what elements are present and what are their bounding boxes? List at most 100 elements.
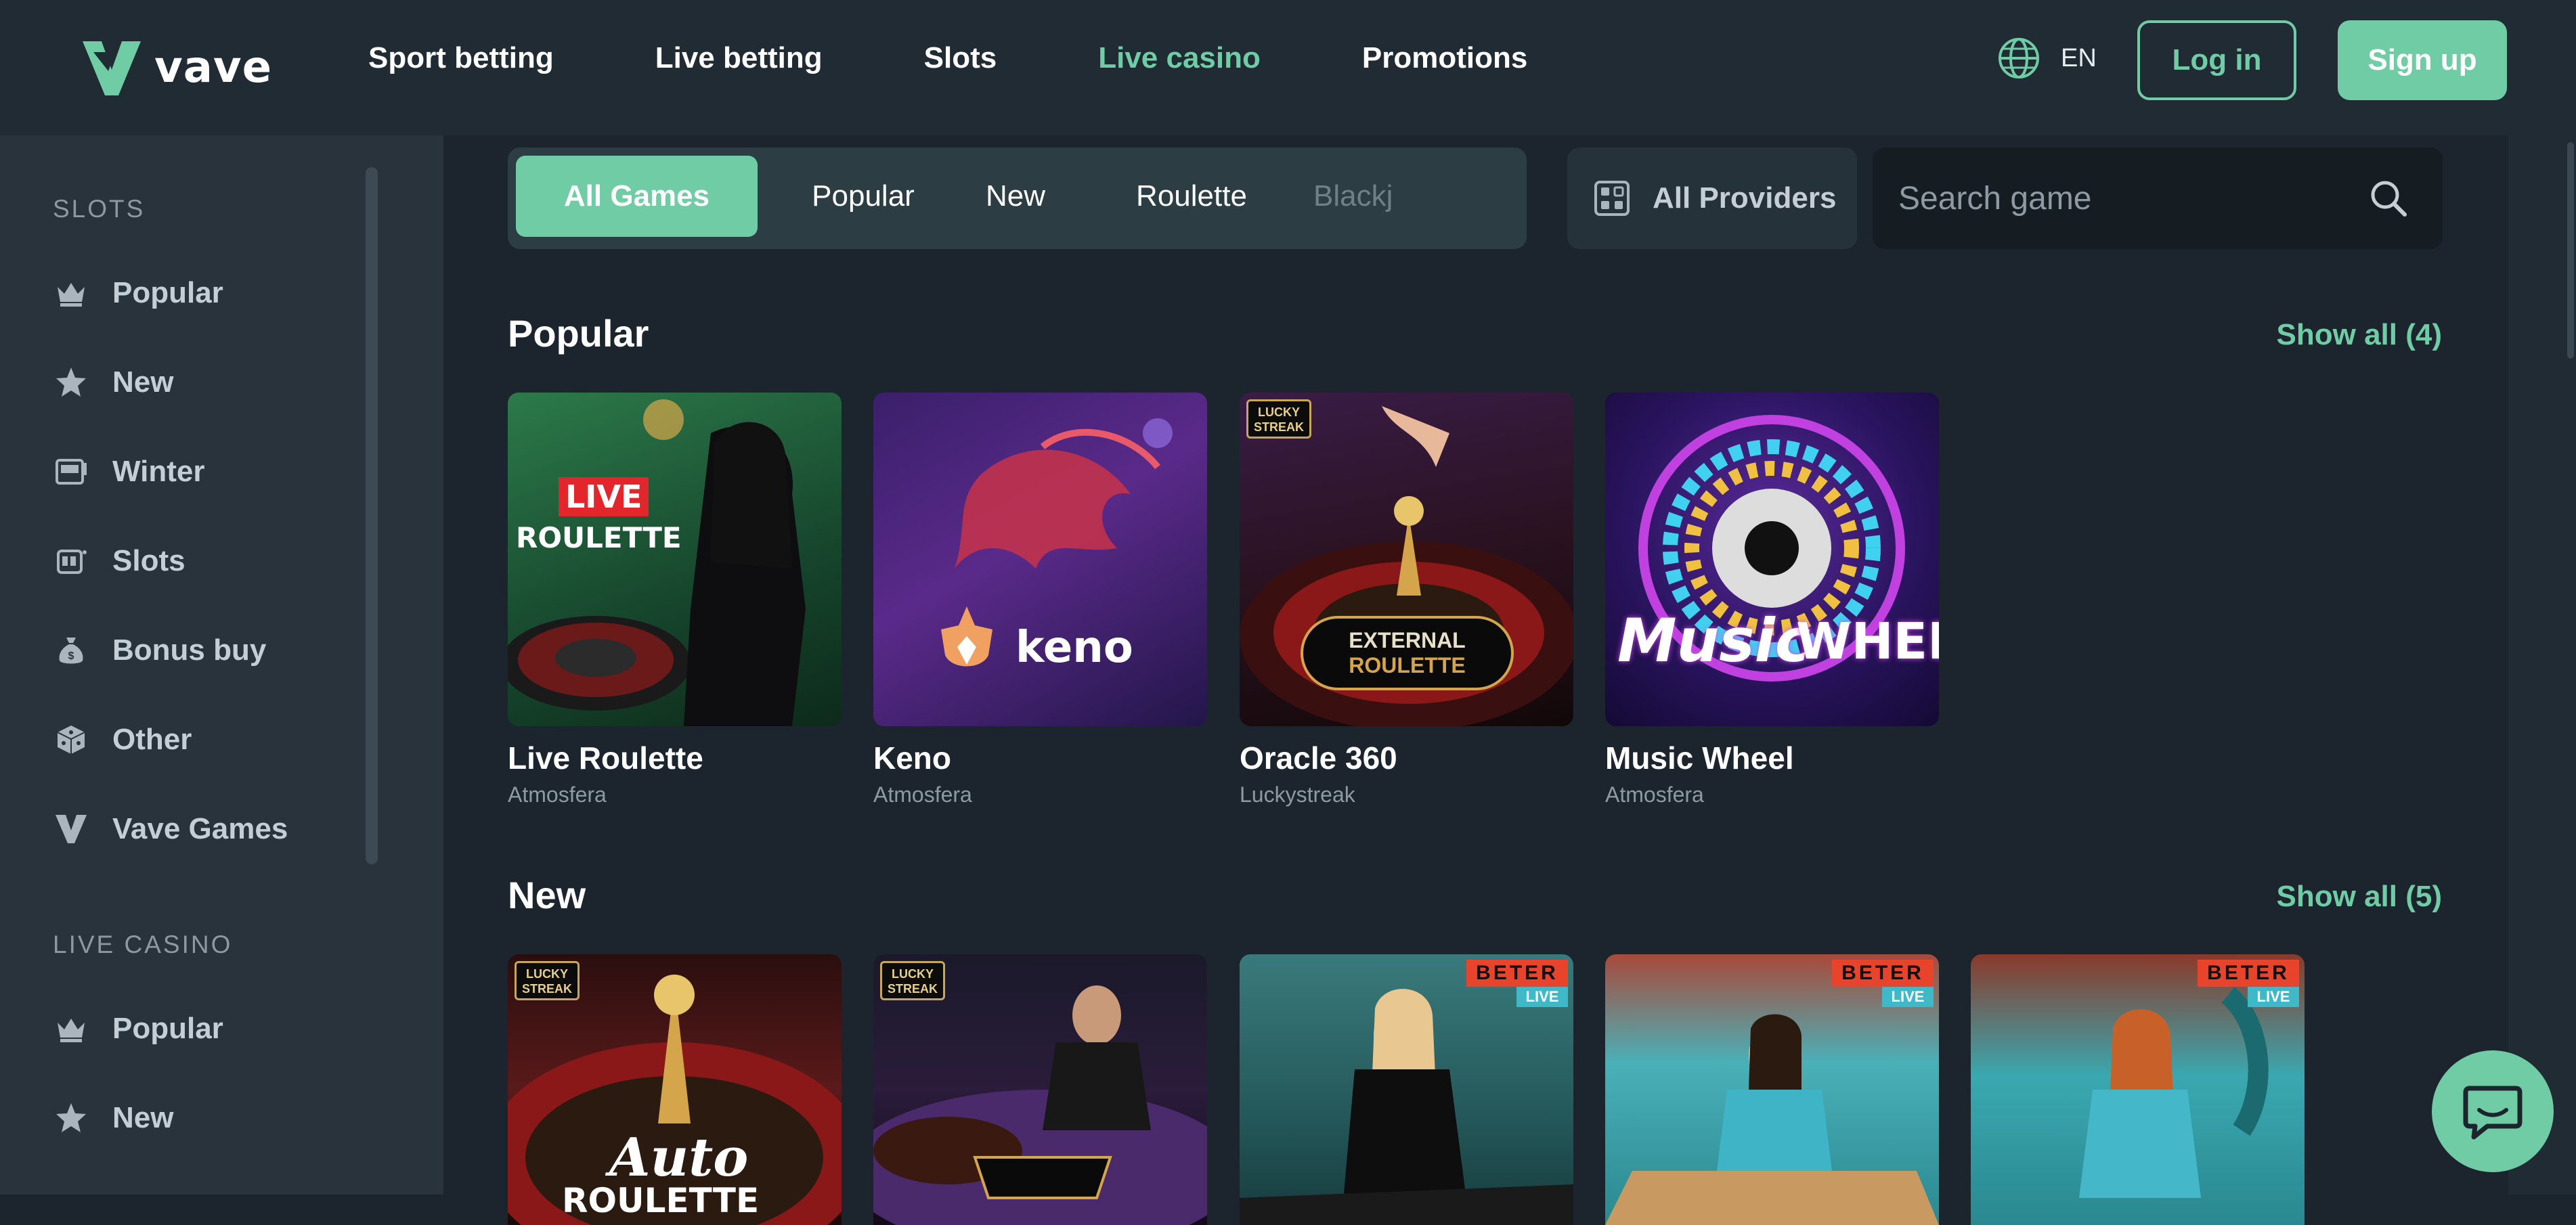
slot-reels-icon (53, 543, 89, 579)
search-icon[interactable] (2368, 178, 2409, 219)
tab-blackjack[interactable]: Blackj (1313, 156, 1449, 237)
lucky-streak-badge: LUCKY STREAK (515, 961, 580, 1000)
tab-all-games[interactable]: All Games (516, 156, 758, 237)
sidebar-item-label: Vave Games (112, 812, 288, 845)
roulette-label: ROULETTE (516, 521, 682, 554)
game-provider: Atmosfera (508, 782, 607, 807)
show-all-new-link[interactable]: Show all (5) (2277, 880, 2442, 914)
language-code: EN (2061, 43, 2097, 72)
external-roulette-plaque: EXTERNAL ROULETTE (1301, 616, 1514, 690)
search-box (1873, 148, 2443, 249)
beter-label: BETER (1832, 960, 1934, 987)
sidebar-item-label: Popular (112, 276, 223, 309)
live-roulette-artwork (508, 399, 806, 726)
beter-live-label: LIVE (1882, 987, 1934, 1007)
keno-fox-logo (941, 606, 992, 667)
game-card-new-5[interactable]: BETER LIVE (1971, 954, 2305, 1225)
lucky-label: LUCKY (892, 967, 934, 981)
vave-logo-icon (53, 811, 89, 847)
tab-roulette[interactable]: Roulette (1104, 156, 1280, 237)
nav-live-betting[interactable]: Live betting (655, 41, 823, 75)
language-selector[interactable]: EN (1997, 37, 2097, 80)
beter-label: BETER (2198, 960, 2299, 987)
beter-live-label: LIVE (2248, 987, 2299, 1007)
search-input[interactable] (1897, 179, 2371, 218)
tab-new[interactable]: New (955, 156, 1076, 237)
external-label: EXTERNAL (1349, 628, 1466, 652)
page-scroll-track (2508, 135, 2576, 1195)
game-card-live-roulette[interactable]: LIVE ROULETTE (508, 393, 842, 726)
nav-live-casino[interactable]: Live casino (1098, 41, 1261, 75)
dragon-artwork (955, 418, 1173, 569)
sidebar-item-other[interactable]: Other (53, 713, 192, 767)
sidebar-item-popular[interactable]: Popular (53, 266, 223, 320)
keno-label: keno (1016, 623, 1133, 673)
providers-label: All Providers (1653, 181, 1837, 215)
signup-button[interactable]: Sign up (2338, 20, 2507, 100)
sidebar-item-label: New (112, 1101, 174, 1134)
roulette-plaque-label: ROULETTE (1349, 653, 1466, 677)
login-button[interactable]: Log in (2137, 20, 2296, 100)
star-icon (53, 364, 89, 401)
nav-promotions[interactable]: Promotions (1362, 41, 1527, 75)
grid-icon (1594, 181, 1630, 216)
sidebar-scrollbar[interactable] (366, 167, 378, 864)
tab-popular[interactable]: Popular (792, 156, 934, 237)
sidebar-item-new[interactable]: New (53, 355, 173, 409)
game-name[interactable]: Music Wheel (1605, 740, 1794, 776)
game-card-new-4[interactable]: BETER LIVE (1605, 954, 1939, 1225)
auto-roulette-label: ROULETTE (562, 1181, 760, 1220)
section-title-new: New (508, 874, 586, 916)
beter-live-badge: BETER LIVE (2198, 960, 2299, 1011)
nav-slots[interactable]: Slots (924, 41, 997, 75)
lucky-label: LUCKY (526, 967, 568, 981)
slot-machine-icon (53, 453, 89, 490)
sidebar-section-slots: SLOTS (53, 195, 146, 223)
streak-label: STREAK (1253, 420, 1304, 434)
lucky-streak-badge: LUCKY STREAK (880, 961, 945, 1000)
sidebar-item-label: Other (112, 723, 192, 756)
beter-live-badge: BETER LIVE (1832, 960, 1934, 1011)
money-bag-icon: $ (53, 632, 89, 669)
beter-live-label: LIVE (1516, 987, 1568, 1007)
vave-logo[interactable]: vave (81, 27, 272, 108)
game-card-oracle-360[interactable]: LUCKY STREAK EXTERNAL ROULETTE (1240, 393, 1573, 726)
sidebar: SLOTS Popular New Winter Slots $ Bonus b… (0, 135, 443, 1195)
beter-label: BETER (1466, 960, 1568, 987)
sidebar-item-label: Winter (112, 455, 205, 488)
logo-text: vave (154, 43, 273, 93)
game-card-keno[interactable]: keno (873, 393, 1207, 726)
sidebar-item-winter[interactable]: Winter (53, 445, 205, 499)
category-tabs: All Games Popular New Roulette Blackj (508, 148, 1527, 249)
music-label: Music (1617, 606, 1810, 675)
game-name[interactable]: Oracle 360 (1240, 740, 1397, 776)
section-title-popular: Popular (508, 312, 649, 355)
top-header: vave Sport betting Live betting Slots Li… (0, 0, 2576, 135)
lucky-label: LUCKY (1258, 405, 1300, 419)
crown-icon (53, 1010, 89, 1047)
sidebar-item-bonus-buy[interactable]: $ Bonus buy (53, 623, 266, 677)
page-scrollbar[interactable] (2567, 142, 2574, 359)
game-name[interactable]: Keno (873, 740, 951, 776)
streak-label: STREAK (887, 982, 938, 996)
game-card-new-3[interactable]: BETER LIVE (1240, 954, 1573, 1225)
sidebar-item-live-popular[interactable]: Popular (53, 1002, 223, 1056)
live-chat-button[interactable] (2432, 1050, 2554, 1172)
sidebar-item-live-new[interactable]: New (53, 1091, 173, 1145)
show-all-popular-link[interactable]: Show all (4) (2277, 318, 2442, 352)
sidebar-item-label: Bonus buy (112, 633, 267, 667)
game-card-music-wheel[interactable]: Music WHEEL (1605, 393, 1939, 726)
main-nav: Sport betting Live betting Slots Live ca… (368, 0, 1629, 116)
crown-icon (53, 275, 89, 311)
sidebar-item-slots[interactable]: Slots (53, 534, 185, 588)
nav-sport-betting[interactable]: Sport betting (368, 41, 554, 75)
providers-dropdown[interactable]: All Providers (1567, 148, 1857, 249)
chat-icon (2463, 1086, 2523, 1140)
vave-logo-icon (83, 41, 141, 95)
game-card-new-2[interactable]: LUCKY STREAK (873, 954, 1207, 1225)
dice-icon (53, 721, 89, 758)
game-provider: Atmosfera (873, 782, 972, 807)
sidebar-item-vave-games[interactable]: Vave Games (53, 802, 288, 856)
game-name[interactable]: Live Roulette (508, 740, 703, 776)
game-card-auto-roulette[interactable]: LUCKY STREAK Auto ROULETTE (508, 954, 842, 1225)
